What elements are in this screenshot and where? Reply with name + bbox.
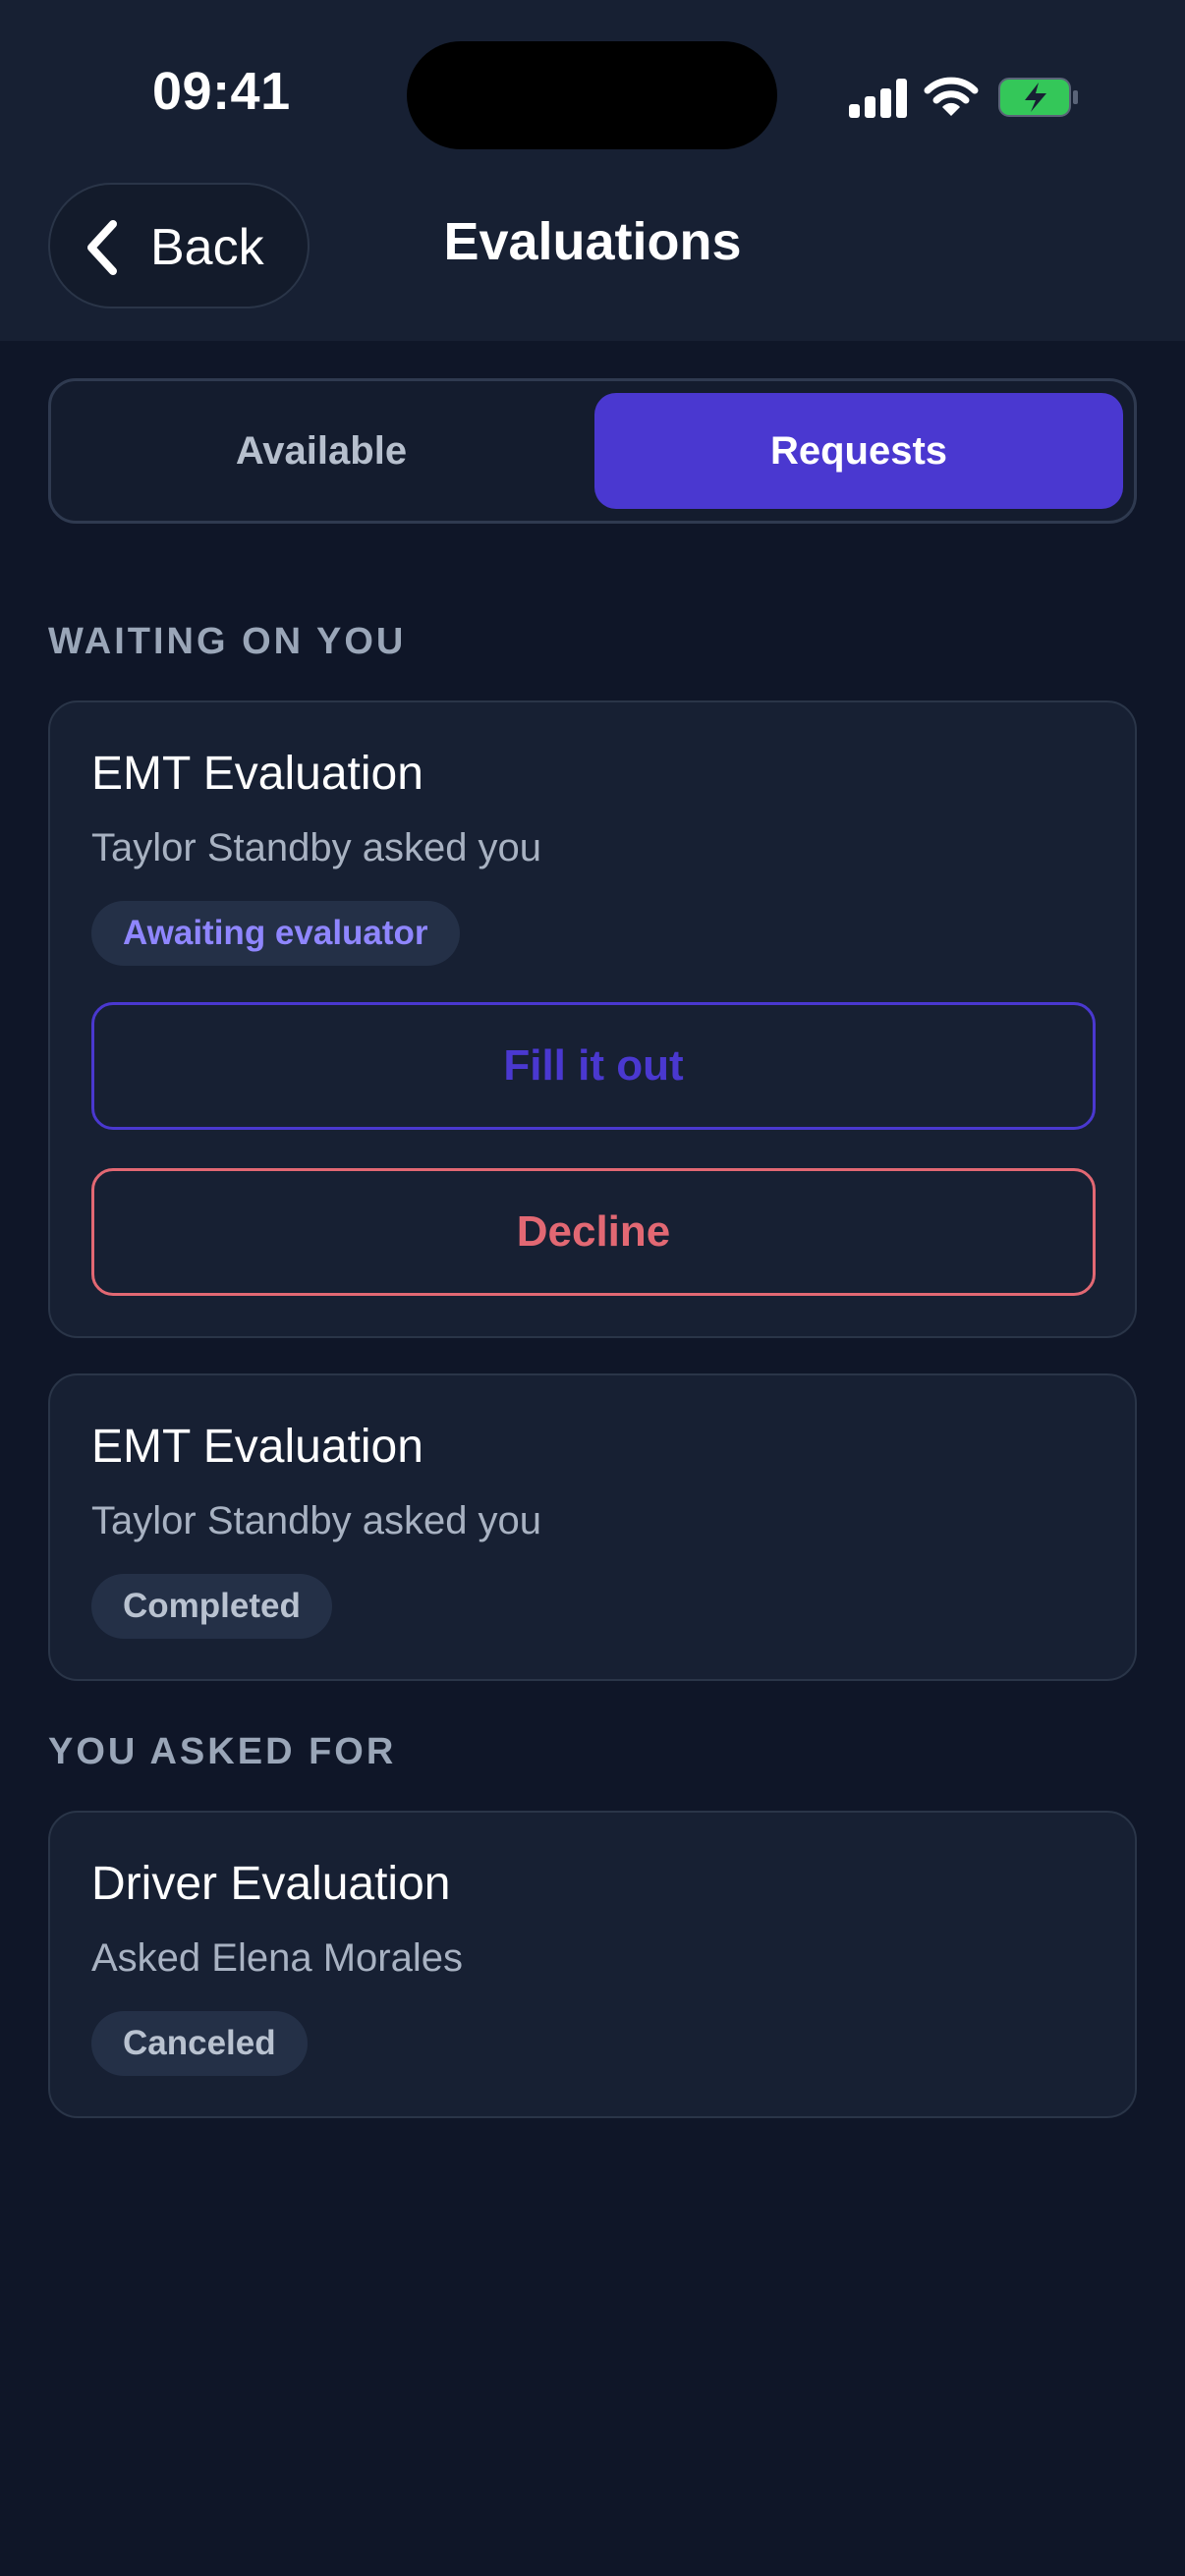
evaluation-card: EMT Evaluation Taylor Standby asked you … [48,700,1137,1338]
tab-available[interactable]: Available [63,393,580,509]
battery-charging-icon [998,78,1078,117]
section-label-waiting: WAITING ON YOU [48,621,407,662]
decline-button[interactable]: Decline [91,1168,1096,1296]
card-title: EMT Evaluation [91,748,423,800]
status-time: 09:41 [152,62,291,121]
tab-requests[interactable]: Requests [594,393,1123,509]
page-title: Evaluations [443,212,742,271]
card-subtitle: Taylor Standby asked you [91,826,542,869]
section-label-asked: YOU ASKED FOR [48,1731,397,1772]
status-badge: Canceled [91,2011,308,2076]
card-subtitle: Taylor Standby asked you [91,1499,542,1542]
evaluation-card[interactable]: EMT Evaluation Taylor Standby asked you … [48,1373,1137,1681]
top-bar: 09:41 Back Evaluations [0,0,1185,341]
dynamic-island [407,41,777,149]
fill-it-out-button[interactable]: Fill it out [91,1002,1096,1130]
status-badge: Awaiting evaluator [91,901,460,966]
card-title: EMT Evaluation [91,1421,423,1473]
wifi-icon [924,77,979,116]
cellular-signal-icon [849,79,908,118]
segmented-control: Available Requests [48,378,1137,524]
card-subtitle: Asked Elena Morales [91,1936,463,1980]
status-badge: Completed [91,1574,332,1639]
evaluation-card[interactable]: Driver Evaluation Asked Elena Morales Ca… [48,1811,1137,2118]
card-title: Driver Evaluation [91,1858,451,1910]
